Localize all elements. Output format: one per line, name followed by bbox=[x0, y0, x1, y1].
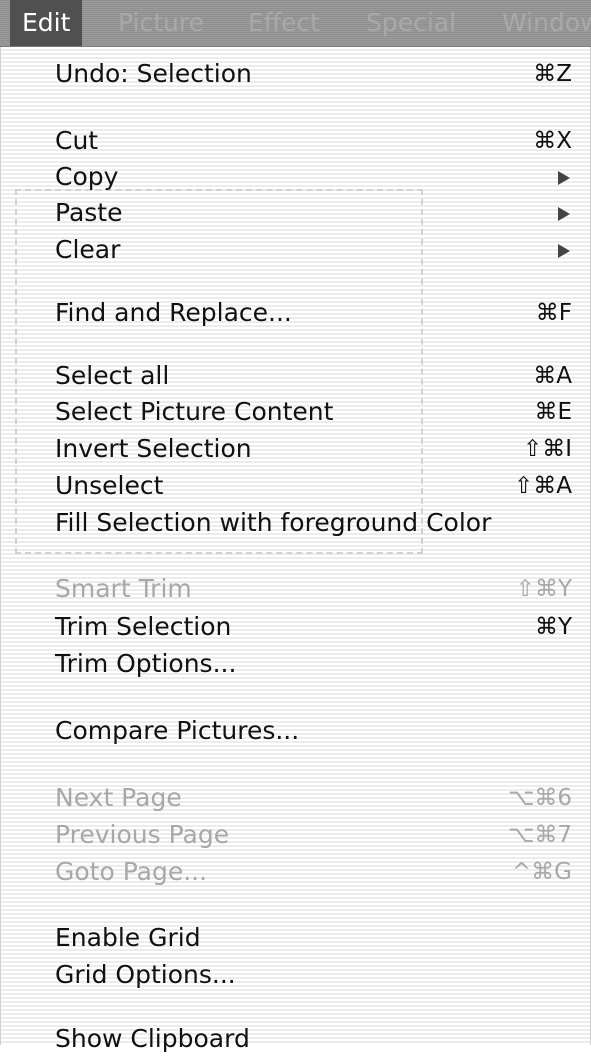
menu-item-label: Goto Page... bbox=[55, 857, 208, 886]
menu-item-shortcut: ⌥⌘7 bbox=[507, 822, 572, 848]
menubar-edit[interactable]: Edit bbox=[10, 0, 83, 46]
menu-item-smart-trim: Smart Trim ⇧⌘Y bbox=[1, 571, 591, 607]
menubar-picture[interactable]: Picture bbox=[118, 0, 204, 46]
menu-item-label: Select all bbox=[55, 361, 170, 390]
menu-item-label: Next Page bbox=[55, 783, 182, 812]
menu-bar: Edit Picture Effect Special Window bbox=[0, 0, 591, 47]
menu-item-label: Undo: Selection bbox=[55, 59, 252, 88]
menu-item-undo[interactable]: Undo: Selection ⌘Z bbox=[1, 56, 591, 92]
menu-item-select-all[interactable]: Select all ⌘A bbox=[1, 358, 591, 394]
menubar-special[interactable]: Special bbox=[366, 0, 456, 46]
menu-item-shortcut: ⌘Y bbox=[534, 614, 572, 640]
menu-item-compare-pictures[interactable]: Compare Pictures... bbox=[1, 713, 591, 749]
menu-item-label: Trim Selection bbox=[55, 612, 232, 641]
menu-item-next-page: Next Page ⌥⌘6 bbox=[1, 780, 591, 816]
menu-item-label: Enable Grid bbox=[55, 923, 201, 952]
menu-item-shortcut: ⌘X bbox=[533, 128, 572, 154]
menu-item-label: Fill Selection with foreground Color bbox=[55, 508, 492, 537]
submenu-arrow-icon bbox=[558, 171, 570, 185]
menu-item-invert-selection[interactable]: Invert Selection ⇧⌘I bbox=[1, 431, 591, 467]
menu-item-paste[interactable]: Paste bbox=[1, 195, 591, 231]
menu-item-label: Grid Options... bbox=[55, 960, 236, 989]
menu-item-show-clipboard[interactable]: Show Clipboard bbox=[1, 1021, 591, 1057]
menu-item-label: Find and Replace... bbox=[55, 298, 292, 327]
menu-item-enable-grid[interactable]: Enable Grid bbox=[1, 920, 591, 956]
menu-item-trim-selection[interactable]: Trim Selection ⌘Y bbox=[1, 609, 591, 645]
menu-item-shortcut: ⇧⌘Y bbox=[515, 576, 572, 602]
menu-item-previous-page: Previous Page ⌥⌘7 bbox=[1, 817, 591, 853]
menu-item-cut[interactable]: Cut ⌘X bbox=[1, 123, 591, 159]
menu-item-shortcut: ⌘Z bbox=[533, 61, 572, 87]
menu-item-label: Clear bbox=[55, 235, 121, 264]
menu-item-label: Compare Pictures... bbox=[55, 716, 300, 745]
menu-item-label: Smart Trim bbox=[55, 574, 192, 603]
menu-item-shortcut: ^⌘G bbox=[511, 859, 572, 885]
menu-item-unselect[interactable]: Unselect ⇧⌘A bbox=[1, 468, 591, 504]
menu-item-fill-selection[interactable]: Fill Selection with foreground Color bbox=[1, 505, 591, 541]
menu-item-goto-page: Goto Page... ^⌘G bbox=[1, 854, 591, 890]
edit-menu: Undo: Selection ⌘Z Cut ⌘X Copy Paste Cle… bbox=[0, 47, 591, 1053]
menu-item-shortcut: ⇧⌘A bbox=[513, 473, 572, 499]
menu-item-copy[interactable]: Copy bbox=[1, 159, 591, 195]
menu-item-label: Paste bbox=[55, 198, 123, 227]
menu-item-find-replace[interactable]: Find and Replace... ⌘F bbox=[1, 295, 591, 331]
menu-item-label: Previous Page bbox=[55, 820, 230, 849]
menu-item-label: Show Clipboard bbox=[55, 1024, 250, 1053]
menu-item-clear[interactable]: Clear bbox=[1, 232, 591, 268]
menu-item-select-picture-content[interactable]: Select Picture Content ⌘E bbox=[1, 394, 591, 430]
menu-item-shortcut: ⌘E bbox=[534, 399, 572, 425]
submenu-arrow-icon bbox=[558, 244, 570, 258]
menu-item-shortcut: ⇧⌘I bbox=[522, 436, 572, 462]
menu-item-shortcut: ⌘A bbox=[533, 363, 572, 389]
menu-item-label: Select Picture Content bbox=[55, 397, 334, 426]
menu-item-label: Copy bbox=[55, 162, 119, 191]
menu-item-label: Trim Options... bbox=[55, 649, 237, 678]
menu-item-trim-options[interactable]: Trim Options... bbox=[1, 646, 591, 682]
menu-item-label: Cut bbox=[55, 126, 99, 155]
menubar-window[interactable]: Window bbox=[502, 0, 591, 46]
menu-item-label: Unselect bbox=[55, 471, 164, 500]
submenu-arrow-icon bbox=[558, 207, 570, 221]
menu-item-label: Invert Selection bbox=[55, 434, 252, 463]
menubar-effect[interactable]: Effect bbox=[248, 0, 320, 46]
menu-item-shortcut: ⌥⌘6 bbox=[507, 785, 572, 811]
menu-item-grid-options[interactable]: Grid Options... bbox=[1, 957, 591, 993]
menu-item-shortcut: ⌘F bbox=[535, 300, 572, 326]
